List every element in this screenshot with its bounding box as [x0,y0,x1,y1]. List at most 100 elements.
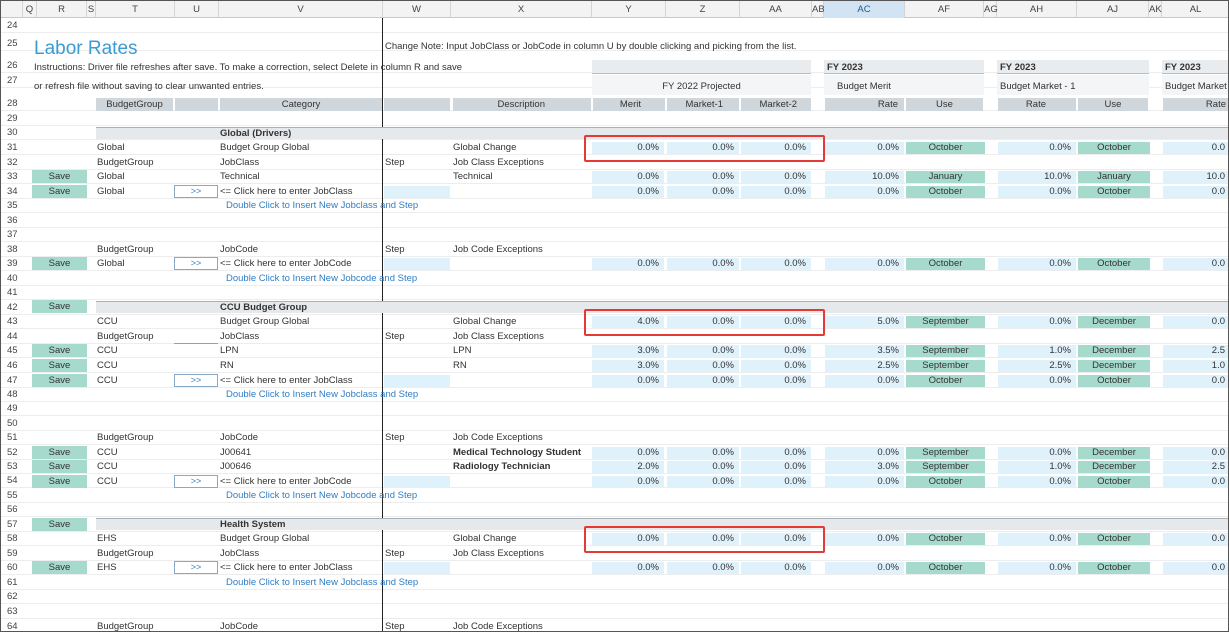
row-header[interactable]: 57 [1,519,23,530]
r39-use-aj[interactable]: October [1078,258,1150,270]
row-header[interactable]: 53 [1,461,23,472]
col-header-t[interactable]: T [96,1,175,18]
r61-rate-ac[interactable]: 0.0% [825,533,904,545]
col-header-ak[interactable]: AK [1149,1,1162,18]
row-header[interactable]: 62 [1,591,23,602]
col-header-u[interactable]: U [175,1,219,18]
r47-market-2[interactable]: 0.0% [741,345,811,357]
row-header[interactable]: 54 [1,475,23,486]
r55-market-2[interactable]: 0.0% [741,461,811,473]
save-button[interactable]: Save [32,518,87,531]
r48-market-2[interactable]: 0.0% [741,360,811,372]
save-button[interactable]: Save [32,374,87,387]
r55-merit[interactable]: 2.0% [592,461,664,473]
row-header[interactable]: 30 [1,127,23,138]
r39-merit[interactable]: 0.0% [592,258,664,270]
r45-rate-ac[interactable]: 5.0% [825,316,904,328]
insert-jobclass-link[interactable]: Double Click to Insert New Jobclass and … [226,200,418,212]
r48-market-1[interactable]: 0.0% [667,360,739,372]
r56-use-af[interactable]: October [906,476,985,488]
col-header-ag[interactable]: AG [984,1,998,18]
row-header[interactable]: 40 [1,273,23,284]
col-header-aj[interactable]: AJ [1077,1,1149,18]
r56-rate-al[interactable]: 0.0 [1163,476,1228,488]
r48-rate-ac[interactable]: 2.5% [825,360,904,372]
r49-merit[interactable]: 0.0% [592,375,664,387]
row-header[interactable]: 43 [1,316,23,327]
insert-jobclass-link[interactable]: Double Click to Insert New Jobclass and … [226,577,418,589]
r33-rate-ac[interactable]: 10.0% [825,171,904,183]
r55-rate-ac[interactable]: 3.0% [825,461,904,473]
select-jobclass-button[interactable]: >> [174,561,218,574]
r54-rate-al[interactable]: 0.0 [1163,447,1228,459]
row-header[interactable]: 46 [1,360,23,371]
r49-rate-ac[interactable]: 0.0% [825,375,904,387]
corner-cell[interactable] [1,1,23,18]
r39-rate-al[interactable]: 0.0 [1163,258,1228,270]
r48-rate-ah[interactable]: 2.5% [998,360,1076,372]
r49-market-1[interactable]: 0.0% [667,375,739,387]
r54-rate-ah[interactable]: 0.0% [998,447,1076,459]
save-button[interactable]: Save [32,300,87,313]
row-header[interactable]: 44 [1,331,23,342]
row-header[interactable]: 51 [1,432,23,443]
r61-rate-ah[interactable]: 0.0% [998,533,1076,545]
r47-rate-ac[interactable]: 3.5% [825,345,904,357]
r33-use-aj[interactable]: January [1078,171,1150,183]
insert-jobcode-link[interactable]: Double Click to Insert New Jobcode and S… [226,273,417,285]
r39-market-1[interactable]: 0.0% [667,258,739,270]
r34-merit[interactable]: 0.0% [592,186,664,198]
row-header[interactable]: 64 [1,621,23,631]
r45-rate-al[interactable]: 0.0 [1163,316,1228,328]
row-header[interactable]: 29 [1,113,23,124]
row-header[interactable]: 38 [1,244,23,255]
r31-use-aj[interactable]: October [1078,142,1150,154]
row-header[interactable]: 26 [1,60,23,71]
r54-use-af[interactable]: September [906,447,985,459]
r49-rate-al[interactable]: 0.0 [1163,375,1228,387]
r31-use-af[interactable]: October [906,142,985,154]
r33-market-1[interactable]: 0.0% [667,171,739,183]
r31-rate-ah[interactable]: 0.0% [998,142,1076,154]
save-button[interactable]: Save [32,257,87,270]
col-header-x[interactable]: X [451,1,592,18]
row-header[interactable]: 56 [1,504,23,515]
row-header[interactable]: 35 [1,200,23,211]
r63-market-1[interactable]: 0.0% [667,562,739,574]
r56-step-input[interactable] [384,476,450,488]
row-header[interactable]: 59 [1,548,23,559]
row-header[interactable]: 32 [1,157,23,168]
r55-rate-al[interactable]: 2.5 [1163,461,1228,473]
r63-use-af[interactable]: October [906,562,985,574]
save-button[interactable]: Save [32,446,87,459]
row-header[interactable]: 55 [1,490,23,501]
row-header[interactable]: 33 [1,171,23,182]
r63-market-2[interactable]: 0.0% [741,562,811,574]
row-header[interactable]: 34 [1,186,23,197]
r56-rate-ac[interactable]: 0.0% [825,476,904,488]
r33-rate-al[interactable]: 10.0 [1163,171,1228,183]
r61-rate-al[interactable]: 0.0 [1163,533,1228,545]
col-header-al[interactable]: AL [1162,1,1228,18]
r34-market-1[interactable]: 0.0% [667,186,739,198]
r56-rate-ah[interactable]: 0.0% [998,476,1076,488]
save-button[interactable]: Save [32,460,87,473]
r63-rate-ah[interactable]: 0.0% [998,562,1076,574]
row-header[interactable]: 49 [1,403,23,414]
col-header-v[interactable]: V [219,1,383,18]
col-header-q[interactable]: Q [23,1,37,18]
r54-use-aj[interactable]: December [1078,447,1150,459]
col-header-ah[interactable]: AH [997,1,1077,18]
col-header-aa[interactable]: AA [740,1,812,18]
r63-merit[interactable]: 0.0% [592,562,664,574]
col-header-ac[interactable]: AC [824,1,905,18]
r34-use-aj[interactable]: October [1078,186,1150,198]
save-button[interactable]: Save [32,344,87,357]
col-header-ab[interactable]: AB [812,1,825,18]
r34-rate-ac[interactable]: 0.0% [825,186,904,198]
r39-step-input[interactable] [384,258,450,270]
r31-rate-al[interactable]: 0.0 [1163,142,1228,154]
r45-use-aj[interactable]: December [1078,316,1150,328]
r49-step-input[interactable] [384,375,450,387]
r47-merit[interactable]: 3.0% [592,345,664,357]
